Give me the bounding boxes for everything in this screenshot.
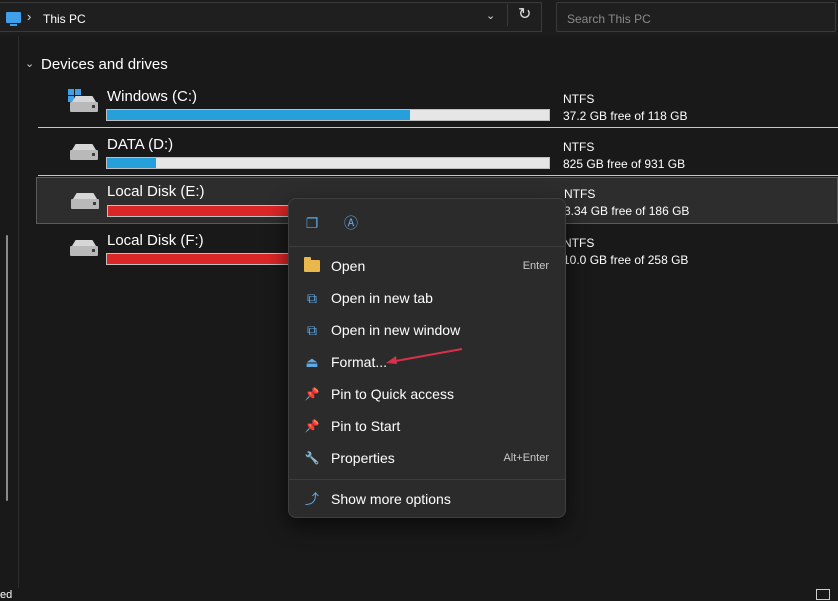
copy-icon[interactable]: ❐ (303, 214, 321, 232)
pin-icon: 📌 (304, 387, 320, 401)
menu-item-label: Open (331, 258, 366, 274)
format-icon: ⏏ (305, 354, 319, 370)
drive-item-d[interactable]: DATA (D:) NTFS 825 GB free of 931 GB (38, 129, 838, 176)
pin-start-icon: 📌 (304, 419, 320, 433)
free-space-label: 825 GB free of 931 GB (563, 157, 686, 171)
address-bar[interactable]: › This PC ⌄ (0, 2, 542, 32)
menu-separator (289, 479, 565, 480)
drive-name: Local Disk (E:) (107, 183, 205, 200)
menu-item-open-in-new-window[interactable]: ⧉ Open in new window (293, 315, 561, 345)
group-title[interactable]: Devices and drives (41, 56, 168, 73)
menu-item-label: Show more options (331, 491, 451, 507)
folder-open-icon (304, 257, 320, 272)
free-space-label: 10.0 GB free of 258 GB (563, 253, 689, 267)
menu-separator (289, 246, 565, 247)
new-tab-icon: ⧉ (307, 290, 317, 306)
wrench-icon: 🔧 (304, 451, 320, 465)
free-space-label: 37.2 GB free of 118 GB (563, 109, 688, 123)
new-window-icon: ⧉ (307, 322, 317, 338)
top-bar: › This PC ⌄ ↻ (0, 0, 838, 36)
navigation-scrollbar[interactable] (6, 235, 8, 501)
menu-item-pin-to-quick-access[interactable]: 📌 Pin to Quick access (293, 379, 561, 409)
filesystem-label: NTFS (564, 187, 596, 201)
hard-drive-icon (70, 240, 98, 256)
group-collapse-chevron-icon[interactable]: ⌄ (25, 57, 34, 70)
hard-drive-icon (70, 144, 98, 160)
drive-name: Local Disk (F:) (107, 232, 204, 249)
menu-item-shortcut: Alt+Enter (503, 452, 549, 464)
hard-drive-icon (70, 96, 98, 112)
drive-item-c[interactable]: Windows (C:) NTFS 37.2 GB free of 118 GB (38, 81, 838, 128)
menu-item-label: Open in new tab (331, 290, 433, 306)
breadcrumb-this-pc[interactable]: This PC (43, 12, 86, 26)
search-input[interactable] (565, 10, 819, 28)
filesystem-label: NTFS (563, 140, 595, 154)
drive-name: DATA (D:) (107, 136, 174, 153)
refresh-icon[interactable]: ↻ (518, 4, 531, 24)
more-options-icon: ⤴ (305, 491, 319, 507)
capacity-fill (107, 110, 410, 120)
menu-item-pin-to-start[interactable]: 📌 Pin to Start (293, 411, 561, 441)
status-bar (0, 588, 838, 601)
free-space-label: 3.34 GB free of 186 GB (564, 204, 690, 218)
annotation-arrow (386, 348, 463, 364)
menu-item-show-more-options[interactable]: ⤴ Show more options (293, 484, 561, 514)
status-text: ed (0, 589, 13, 601)
rename-icon[interactable]: Ⓐ (342, 214, 360, 232)
menu-item-label: Open in new window (331, 322, 461, 338)
capacity-bar (106, 157, 550, 169)
menu-item-label: Pin to Quick access (331, 386, 454, 402)
filesystem-label: NTFS (563, 92, 595, 106)
filesystem-label: NTFS (563, 236, 595, 250)
capacity-bar (106, 109, 550, 121)
breadcrumb-chevron-icon[interactable]: › (27, 9, 31, 24)
details-view-icon[interactable] (816, 589, 830, 600)
this-pc-icon (6, 12, 21, 26)
menu-item-open[interactable]: Open Enter (293, 251, 561, 281)
hard-drive-icon (71, 193, 99, 209)
navigation-pane-edge (18, 36, 19, 588)
menu-item-shortcut: Enter (522, 260, 549, 272)
capacity-fill (107, 158, 156, 168)
drive-name: Windows (C:) (107, 88, 198, 105)
search-box[interactable] (556, 2, 836, 32)
address-dropdown-icon[interactable]: ⌄ (486, 9, 495, 22)
address-divider (507, 4, 508, 26)
menu-item-label: Pin to Start (331, 418, 401, 434)
menu-item-label: Properties (331, 450, 395, 466)
menu-item-open-in-new-tab[interactable]: ⧉ Open in new tab (293, 283, 561, 313)
menu-item-properties[interactable]: 🔧 Properties Alt+Enter (293, 443, 561, 473)
menu-item-label: Format... (331, 354, 388, 370)
